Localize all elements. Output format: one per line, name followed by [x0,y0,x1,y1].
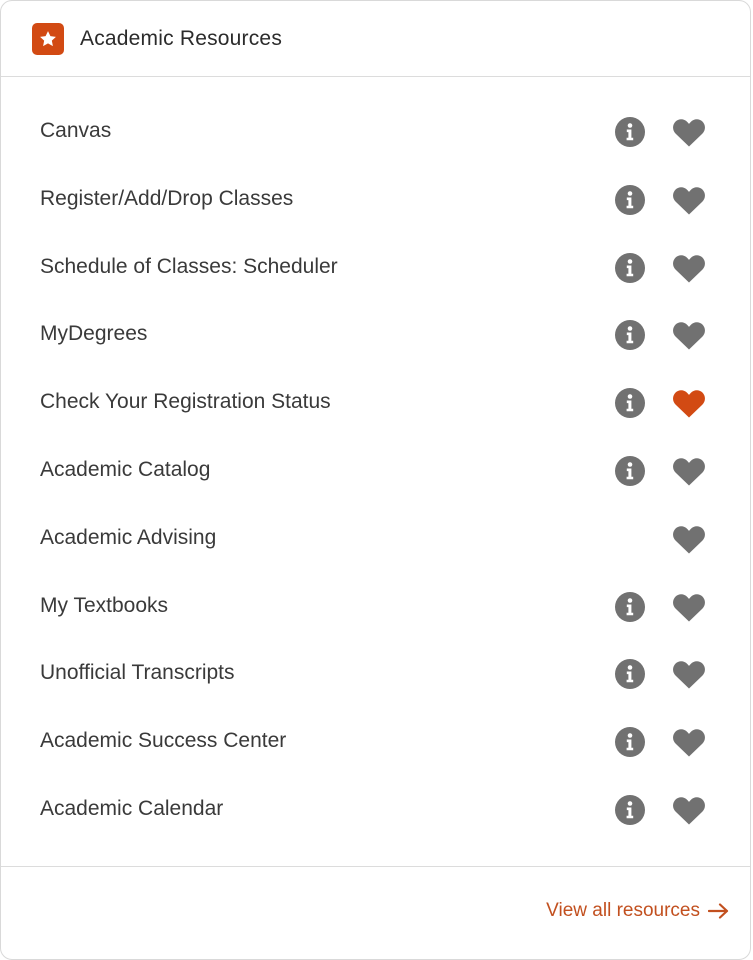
heart-icon[interactable] [671,387,707,419]
info-icon[interactable] [614,794,646,826]
card-header: Academic Resources [1,1,750,77]
info-icon[interactable] [614,726,646,758]
footer-divider [1,866,750,867]
resource-link[interactable]: Academic Catalog [40,458,210,482]
resource-link[interactable]: Register/Add/Drop Classes [40,187,293,211]
heart-icon[interactable] [671,184,707,216]
resource-link[interactable]: Academic Success Center [40,729,286,753]
info-icon[interactable] [614,252,646,284]
heart-icon[interactable] [671,319,707,351]
arrow-right-icon [708,903,729,919]
resource-list: Canvas Register/Add/Drop Classes Schedule … [1,99,750,845]
heart-icon[interactable] [671,591,707,623]
heart-icon[interactable] [671,794,707,826]
resource-row: Academic Advising [1,506,750,574]
view-all-label: View all resources [546,900,700,921]
view-all-resources-link[interactable]: View all resources [546,900,730,922]
card-title: Academic Resources [80,26,283,50]
resource-row: Academic Catalog [1,438,750,506]
resource-link[interactable]: MyDegrees [40,322,147,346]
resource-link[interactable]: Academic Advising [40,526,216,550]
resource-row: MyDegrees [1,302,750,370]
resource-link[interactable]: Check Your Registration Status [40,390,331,414]
info-icon[interactable] [614,591,646,623]
info-icon[interactable] [614,658,646,690]
resource-row: My Textbooks [1,574,750,642]
info-icon[interactable] [614,116,646,148]
resource-row: Canvas [1,99,750,167]
heart-icon[interactable] [671,116,707,148]
resource-link[interactable]: Canvas [40,119,111,143]
resource-link[interactable]: Schedule of Classes: Scheduler [40,255,338,279]
resource-link[interactable]: Unofficial Transcripts [40,661,235,685]
academic-resources-card: Academic Resources Canvas Register/Add/Dr… [0,0,751,960]
heart-icon[interactable] [671,523,707,555]
resource-row: Register/Add/Drop Classes [1,167,750,235]
heart-icon[interactable] [671,252,707,284]
info-icon[interactable] [614,319,646,351]
info-icon[interactable] [614,455,646,487]
resource-row: Schedule of Classes: Scheduler [1,235,750,303]
resource-row: Academic Success Center [1,709,750,777]
resource-link[interactable]: Academic Calendar [40,797,223,821]
heart-icon[interactable] [671,726,707,758]
resource-row: Unofficial Transcripts [1,641,750,709]
heart-icon[interactable] [671,658,707,690]
resource-row: Check Your Registration Status [1,370,750,438]
resource-row: Academic Calendar [1,777,750,845]
info-icon[interactable] [614,184,646,216]
info-icon[interactable] [614,387,646,419]
star-icon [32,22,64,55]
resource-link[interactable]: My Textbooks [40,594,168,618]
heart-icon[interactable] [671,455,707,487]
